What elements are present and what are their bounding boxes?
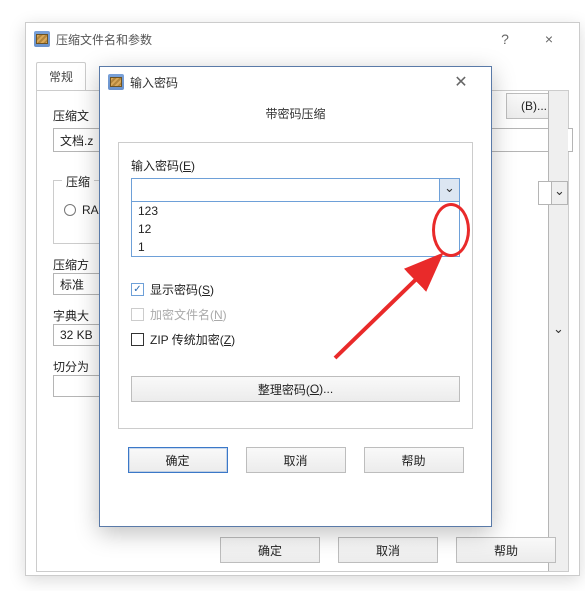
encrypt-filename-row: 加密文件名(N) bbox=[131, 306, 460, 323]
radio-icon bbox=[64, 204, 76, 216]
pw-buttons: 确定 取消 帮助 bbox=[118, 447, 473, 473]
checkbox-icon bbox=[131, 333, 144, 346]
chevron-down-icon[interactable] bbox=[439, 179, 459, 201]
password-history-list: 123 12 1 bbox=[131, 202, 460, 257]
format-title: 压缩 bbox=[62, 173, 94, 190]
zip-legacy-label: ZIP 传统加密(Z) bbox=[150, 331, 235, 348]
help-button[interactable]: ? bbox=[483, 25, 527, 53]
organize-passwords-button[interactable]: 整理密码(O)... bbox=[131, 376, 460, 402]
pw-input-label: 输入密码(E) bbox=[131, 157, 460, 174]
list-item[interactable]: 123 bbox=[132, 202, 459, 220]
main-buttons: 确定 取消 帮助 bbox=[220, 537, 556, 563]
tab-general[interactable]: 常规 bbox=[36, 62, 86, 91]
show-password-row[interactable]: ✓ 显示密码(S) bbox=[131, 281, 460, 298]
radio-rar-label: RA bbox=[82, 203, 99, 217]
winrar-icon bbox=[108, 74, 124, 90]
ok-button[interactable]: 确定 bbox=[220, 537, 320, 563]
chevron-down-icon[interactable] bbox=[551, 182, 567, 204]
winrar-icon bbox=[34, 31, 50, 47]
close-icon[interactable]: ✕ bbox=[439, 68, 483, 96]
ok-button[interactable]: 确定 bbox=[128, 447, 228, 473]
chevron-down-icon[interactable] bbox=[548, 91, 568, 571]
help-button[interactable]: 帮助 bbox=[456, 537, 556, 563]
list-item[interactable]: 1 bbox=[132, 238, 459, 256]
password-dialog: 输入密码 ✕ 带密码压缩 输入密码(E) 123 12 1 ✓ 显示密码(S) bbox=[99, 66, 492, 527]
checkbox-icon: ✓ bbox=[131, 283, 144, 296]
password-input[interactable] bbox=[131, 178, 460, 202]
cancel-button[interactable]: 取消 bbox=[338, 537, 438, 563]
cancel-button[interactable]: 取消 bbox=[246, 447, 346, 473]
show-password-label: 显示密码(S) bbox=[150, 281, 214, 298]
pw-titlebar: 输入密码 ✕ bbox=[100, 67, 491, 97]
password-value bbox=[132, 179, 439, 201]
zip-legacy-row[interactable]: ZIP 传统加密(Z) bbox=[131, 331, 460, 348]
pw-group: 输入密码(E) 123 12 1 ✓ 显示密码(S) 加密文件名(N) bbox=[118, 142, 473, 429]
encrypt-filename-label: 加密文件名(N) bbox=[150, 306, 227, 323]
main-titlebar: 压缩文件名和参数 ? × bbox=[26, 23, 579, 55]
main-title: 压缩文件名和参数 bbox=[56, 31, 152, 48]
pw-title: 输入密码 bbox=[130, 74, 178, 91]
list-item[interactable]: 12 bbox=[132, 220, 459, 238]
checkbox-icon bbox=[131, 308, 144, 321]
close-button[interactable]: × bbox=[527, 25, 571, 53]
right-dropdown-1[interactable] bbox=[538, 181, 568, 205]
pw-center-title: 带密码压缩 bbox=[100, 97, 491, 136]
help-button[interactable]: 帮助 bbox=[364, 447, 464, 473]
